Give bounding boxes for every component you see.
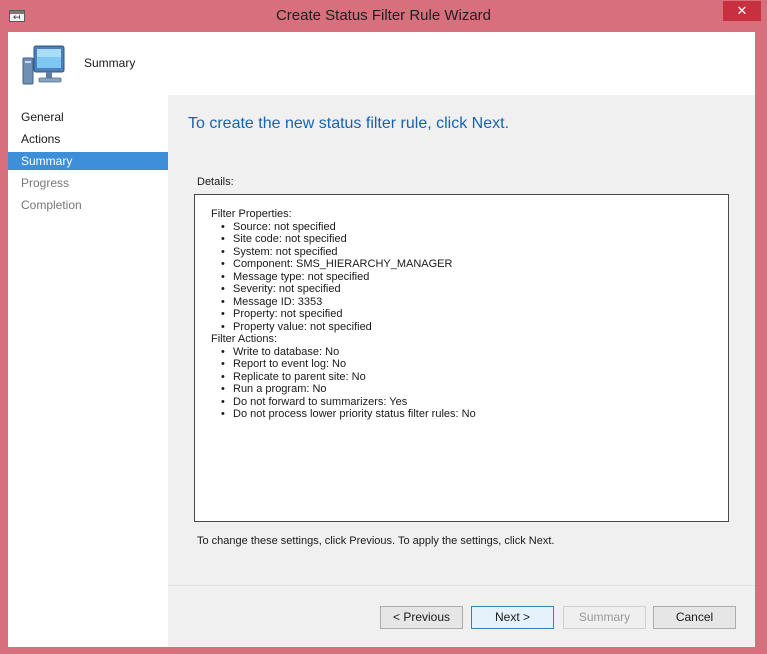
instruction-text: To change these settings, click Previous… bbox=[197, 535, 555, 547]
summary-button: Summary bbox=[563, 606, 646, 629]
list-item: Property value: not specified bbox=[221, 321, 728, 334]
page-title: Summary bbox=[84, 56, 136, 70]
list-item: Severity: not specified bbox=[221, 283, 728, 296]
list-item: Source: not specified bbox=[221, 221, 728, 234]
nav-item-general[interactable]: General bbox=[8, 108, 168, 126]
wizard-window: ↤ Create Status Filter Rule Wizard ✕ Sum… bbox=[0, 0, 767, 654]
previous-button[interactable]: < Previous bbox=[380, 606, 463, 629]
nav-item-actions[interactable]: Actions bbox=[8, 130, 168, 148]
list-item: Do not forward to summarizers: Yes bbox=[221, 396, 728, 409]
cancel-button[interactable]: Cancel bbox=[653, 606, 736, 629]
filter-actions-list: Write to database: No Report to event lo… bbox=[211, 346, 728, 421]
list-item: Replicate to parent site: No bbox=[221, 371, 728, 384]
wizard-content: To create the new status filter rule, cl… bbox=[168, 95, 755, 585]
nav-item-summary[interactable]: Summary bbox=[8, 152, 168, 170]
title-bar[interactable]: ↤ Create Status Filter Rule Wizard ✕ bbox=[0, 0, 767, 32]
computer-icon bbox=[22, 45, 65, 85]
details-label: Details: bbox=[197, 176, 234, 188]
filter-properties-list: Source: not specified Site code: not spe… bbox=[211, 221, 728, 334]
window-title: Create Status Filter Rule Wizard bbox=[275, 7, 492, 24]
filter-actions-title: Filter Actions: bbox=[211, 333, 278, 345]
details-textbox[interactable]: Filter Properties: Source: not specified… bbox=[194, 194, 729, 522]
list-item: Message ID: 3353 bbox=[221, 296, 728, 309]
wizard-header: Summary bbox=[8, 32, 755, 95]
list-item: Run a program: No bbox=[221, 383, 728, 396]
list-item: Report to event log: No bbox=[221, 358, 728, 371]
list-item: Property: not specified bbox=[221, 308, 728, 321]
wizard-client-area: Summary General Actions Summary Progress… bbox=[8, 32, 755, 647]
nav-item-progress: Progress bbox=[21, 176, 70, 190]
close-button[interactable]: ✕ bbox=[723, 1, 761, 21]
list-item: Do not process lower priority status fil… bbox=[221, 408, 728, 421]
button-bar: < Previous Next > Summary Cancel bbox=[168, 585, 755, 647]
wizard-nav: General Actions Summary Progress Complet… bbox=[8, 95, 168, 647]
list-item: Write to database: No bbox=[221, 346, 728, 359]
list-item: Component: SMS_HIERARCHY_MANAGER bbox=[221, 258, 728, 271]
nav-item-completion: Completion bbox=[21, 198, 82, 212]
list-item: System: not specified bbox=[221, 246, 728, 259]
next-button[interactable]: Next > bbox=[471, 606, 554, 629]
list-item: Message type: not specified bbox=[221, 271, 728, 284]
page-heading: To create the new status filter rule, cl… bbox=[188, 115, 510, 132]
list-item: Site code: not specified bbox=[221, 233, 728, 246]
filter-properties-title: Filter Properties: bbox=[211, 208, 292, 220]
